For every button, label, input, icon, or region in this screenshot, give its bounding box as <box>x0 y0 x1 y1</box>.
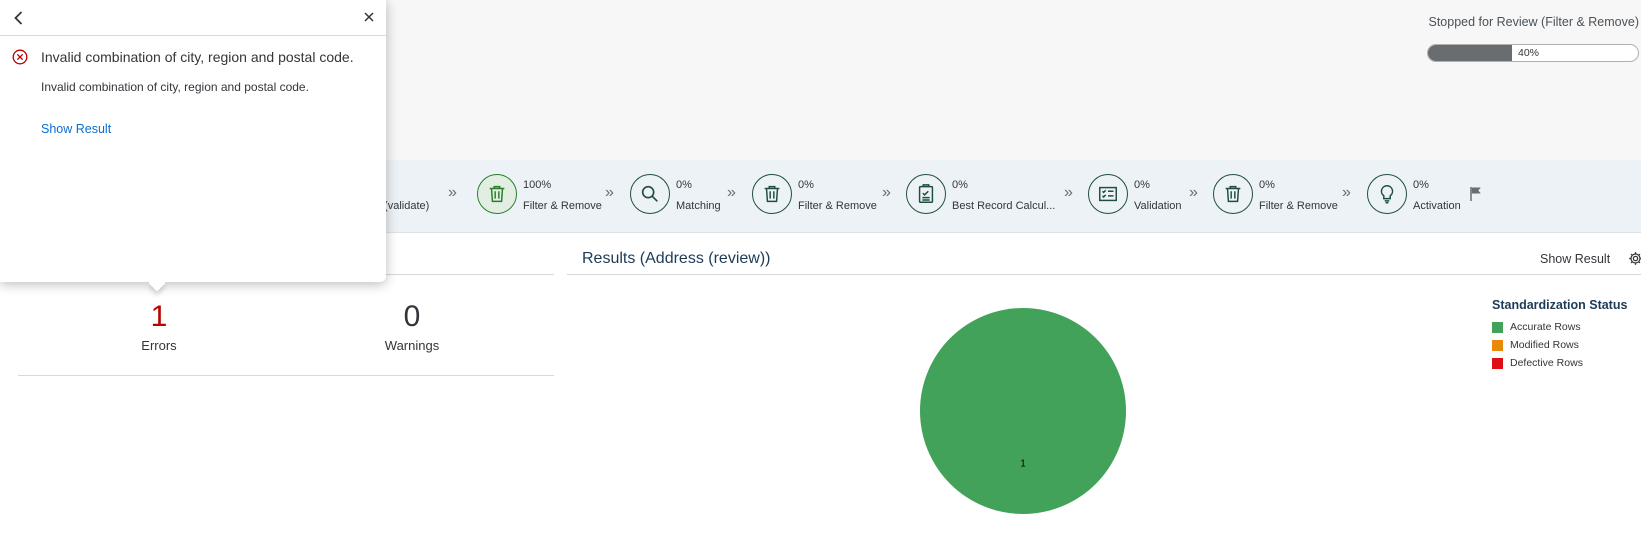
legend-item-accurate[interactable]: Accurate Rows <box>1492 318 1627 336</box>
results-divider <box>567 274 1641 275</box>
search-icon <box>641 185 658 202</box>
chevron-double-right-icon: » <box>605 184 614 201</box>
step-percent: 0% <box>1259 179 1275 191</box>
chevron-double-right-icon: » <box>1342 184 1351 201</box>
pie-slice-accurate-rows[interactable] <box>920 308 1126 514</box>
close-icon[interactable] <box>362 10 376 24</box>
trash-icon <box>764 185 780 203</box>
step-name: Matching <box>676 200 721 212</box>
popover-message-title: Invalid combination of city, region and … <box>41 49 354 65</box>
checklist-icon <box>1099 186 1117 202</box>
show-result-link[interactable]: Show Result <box>41 122 111 136</box>
gear-icon[interactable] <box>1628 251 1641 266</box>
warnings-count: 0 <box>403 300 421 333</box>
legend-swatch <box>1492 339 1503 351</box>
error-icon <box>12 49 28 65</box>
step-percent: 0% <box>952 179 968 191</box>
step-circle <box>906 174 946 214</box>
step-circle <box>1088 174 1128 214</box>
step-circle <box>630 174 670 214</box>
step-percent: 0% <box>1413 179 1429 191</box>
step-name: Activation <box>1413 200 1461 212</box>
chevron-double-right-icon: » <box>882 184 891 201</box>
step-percent: 100% <box>523 179 552 191</box>
clipboard-icon <box>918 184 934 203</box>
legend-title: Standardization Status <box>1492 298 1628 312</box>
step-circle <box>1367 174 1407 214</box>
standardization-pie-chart: 1 <box>920 308 1126 514</box>
errors-label: Errors <box>141 338 177 353</box>
step-circle <box>477 174 517 214</box>
step-name: Filter & Remove <box>1259 200 1338 212</box>
legend-swatch <box>1492 357 1503 369</box>
legend-label: Modified Rows <box>1510 339 1579 351</box>
step-name: Filter & Remove <box>523 200 602 212</box>
progress-bar: 40% <box>1427 44 1639 62</box>
step-percent: 0% <box>1134 179 1150 191</box>
legend-swatch <box>1492 321 1503 333</box>
warnings-label: Warnings <box>384 338 440 353</box>
errors-kpi[interactable]: 1 Errors <box>99 300 219 353</box>
step-name: Validation <box>1134 200 1182 212</box>
chevron-left-icon[interactable] <box>10 9 28 27</box>
trash-icon <box>489 185 505 203</box>
legend-label: Defective Rows <box>1510 357 1583 369</box>
popover-header <box>0 0 386 36</box>
trash-icon <box>1225 185 1241 203</box>
step-circle <box>752 174 792 214</box>
flag-icon <box>1470 187 1481 201</box>
errors-count: 1 <box>150 300 168 333</box>
step-name: Best Record Calcul... <box>952 200 1056 212</box>
progress-label: 40% <box>1518 47 1540 59</box>
step-percent: 0% <box>798 179 814 191</box>
chevron-double-right-icon: » <box>1189 184 1198 201</box>
message-popover: Invalid combination of city, region and … <box>0 0 386 282</box>
legend-label: Accurate Rows <box>1510 321 1581 333</box>
status-text: Stopped for Review (Filter & Remove) <box>1428 15 1640 29</box>
summary-divider-bottom <box>18 375 554 376</box>
popover-message-description: Invalid combination of city, region and … <box>41 80 309 94</box>
legend-item-defective[interactable]: Defective Rows <box>1492 354 1627 372</box>
pie-data-label: 1 <box>1020 459 1026 470</box>
lightbulb-icon <box>1380 185 1394 204</box>
step-name: Filter & Remove <box>798 200 877 212</box>
step-percent: 0% <box>676 179 692 191</box>
chevron-double-right-icon: » <box>727 184 736 201</box>
chevron-double-right-icon: » <box>1064 184 1073 201</box>
step-circle <box>1213 174 1253 214</box>
warnings-kpi[interactable]: 0 Warnings <box>352 300 472 353</box>
chevron-double-right-icon: » <box>448 184 457 201</box>
legend-item-modified[interactable]: Modified Rows <box>1492 336 1627 354</box>
progress-fill <box>1428 45 1512 61</box>
show-result-button[interactable]: Show Result <box>1540 252 1610 266</box>
results-title: Results (Address (review)) <box>582 250 771 267</box>
chart-legend: Standardization Status Accurate Rows Mod… <box>1492 298 1627 372</box>
